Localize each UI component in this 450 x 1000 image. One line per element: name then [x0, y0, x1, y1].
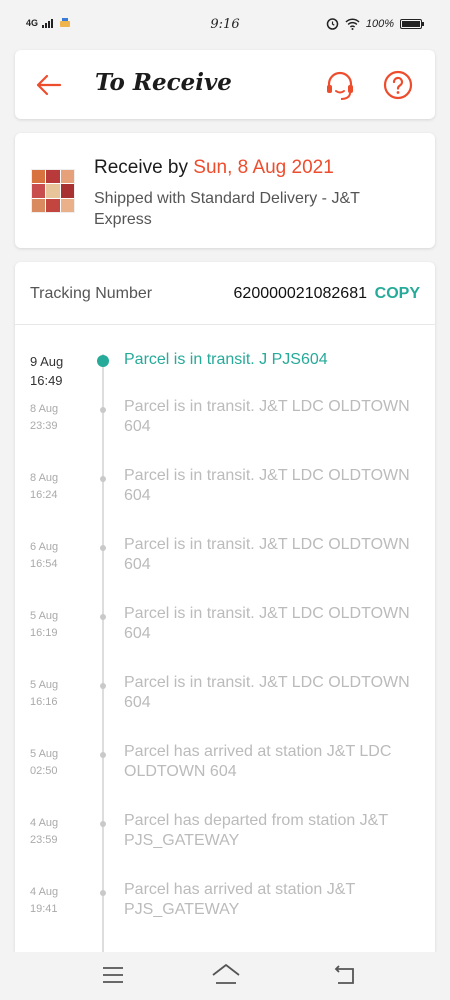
- status-bar: 4G 9:16 100%: [0, 0, 450, 44]
- delivery-info-card: Receive by Sun, 8 Aug 2021 Shipped with …: [15, 133, 435, 248]
- event-dot: [100, 614, 106, 620]
- event-text: Parcel is in transit. J&T LDC OLDTOWN 60…: [124, 674, 410, 711]
- event-date: 5 Aug 02:50: [30, 748, 59, 777]
- battery-icon: [400, 18, 424, 29]
- event-date: 9 Aug 16:49: [30, 354, 64, 388]
- arrow-left-icon[interactable]: [33, 70, 63, 100]
- alarm-icon: [326, 18, 339, 30]
- event-date: 8 Aug 16:24: [30, 472, 59, 501]
- event-text: Parcel is in transit. J&T LDC OLDTOWN 60…: [124, 398, 410, 435]
- event-date: 5 Aug 16:16: [30, 679, 59, 708]
- copy-button[interactable]: COPY: [375, 285, 420, 303]
- event-dot: [100, 821, 106, 827]
- event-date: 4 Aug 19:41: [30, 886, 59, 915]
- event-text: Parcel is in transit. J&T LDC OLDTOWN 60…: [124, 536, 410, 573]
- tracking-number-value: 620000021082681: [233, 285, 367, 302]
- event-date: 4 Aug 23:59: [30, 817, 59, 846]
- status-icons: 100%: [326, 17, 424, 30]
- timeline-line: [102, 354, 104, 952]
- headset-icon[interactable]: [324, 70, 356, 102]
- tracking-number-row: Tracking Number 620000021082681 COPY: [15, 262, 435, 325]
- event-text: Parcel has departed from station J&T PJS…: [124, 812, 388, 849]
- event-text: Parcel is in transit. J&T LDC OLDTOWN 60…: [124, 605, 410, 642]
- header-bar: To Receive: [15, 50, 435, 119]
- event-date: 8 Aug 23:39: [30, 403, 59, 432]
- tracking-card: Tracking Number 620000021082681 COPY 9 A…: [15, 262, 435, 952]
- event-date: 5 Aug 16:19: [30, 610, 59, 639]
- event-dot: [100, 407, 106, 413]
- event-dot: [100, 752, 106, 758]
- event-dot: [100, 890, 106, 896]
- event-text: Parcel is in transit. J&T LDC OLDTOWN 60…: [124, 467, 410, 504]
- system-nav-bar: [0, 952, 450, 1000]
- page-title: To Receive: [95, 69, 232, 96]
- shipping-method: Shipped with Standard Delivery - J&T Exp…: [94, 190, 360, 228]
- question-circle-icon[interactable]: [383, 70, 413, 100]
- receive-prefix: Receive by: [94, 157, 194, 178]
- battery-percent: 100%: [365, 17, 394, 30]
- event-dot: [100, 545, 106, 551]
- back-icon[interactable]: [332, 964, 356, 986]
- home-icon[interactable]: [211, 962, 241, 986]
- receive-by-line: Receive by Sun, 8 Aug 2021: [94, 157, 334, 179]
- receive-date: Sun, 8 Aug 2021: [193, 157, 334, 178]
- event-dot: [97, 355, 109, 367]
- event-dot: [100, 683, 106, 689]
- event-date: 6 Aug 16:54: [30, 541, 59, 570]
- event-text: Parcel has arrived at station J&T LDC OL…: [124, 743, 392, 780]
- menu-icon[interactable]: [102, 966, 124, 984]
- product-thumbnail[interactable]: [31, 169, 75, 213]
- event-text: Parcel has arrived at station J&T PJS_GA…: [124, 881, 355, 918]
- wifi-icon: [345, 17, 360, 30]
- event-text: Parcel is in transit. J PJS604: [124, 351, 328, 368]
- event-dot: [100, 476, 106, 482]
- tracking-number-label: Tracking Number: [30, 285, 153, 302]
